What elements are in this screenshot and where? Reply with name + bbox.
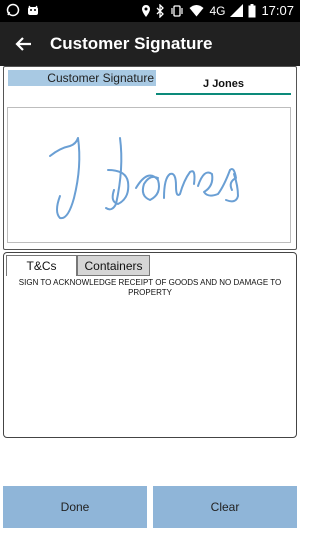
signature-drawing [49,137,239,220]
status-time: 17:07 [261,3,294,18]
app-toolbar: Customer Signature [0,22,300,66]
arrow-left-icon[interactable] [12,32,36,56]
signature-pad[interactable] [7,107,291,243]
status-bar: 4G 17:07 [0,0,300,22]
terms-text: SIGN TO ACKNOWLEDGE RECEIPT OF GOODS AND… [18,278,282,297]
bluetooth-icon [156,3,165,18]
signal-icon [230,4,244,17]
tab-containers[interactable]: Containers [77,255,150,276]
page-title: Customer Signature [50,34,213,53]
signature-panel: Customer Signature J Jones [3,66,297,250]
battery-icon [248,3,256,18]
network-type: 4G [209,3,226,18]
terms-panel: T&Cs Containers SIGN TO ACKNOWLEDGE RECE… [3,252,297,438]
signature-label: Customer Signature [8,70,156,86]
clear-button[interactable]: Clear [153,486,297,528]
done-button[interactable]: Done [3,486,147,528]
location-icon [141,4,151,18]
whatsapp-icon [6,3,20,17]
tab-tcs[interactable]: T&Cs [6,255,77,276]
wifi-icon [189,4,204,17]
android-icon [26,3,40,17]
signer-name-field[interactable]: J Jones [156,75,291,95]
vibrate-icon [170,4,184,18]
